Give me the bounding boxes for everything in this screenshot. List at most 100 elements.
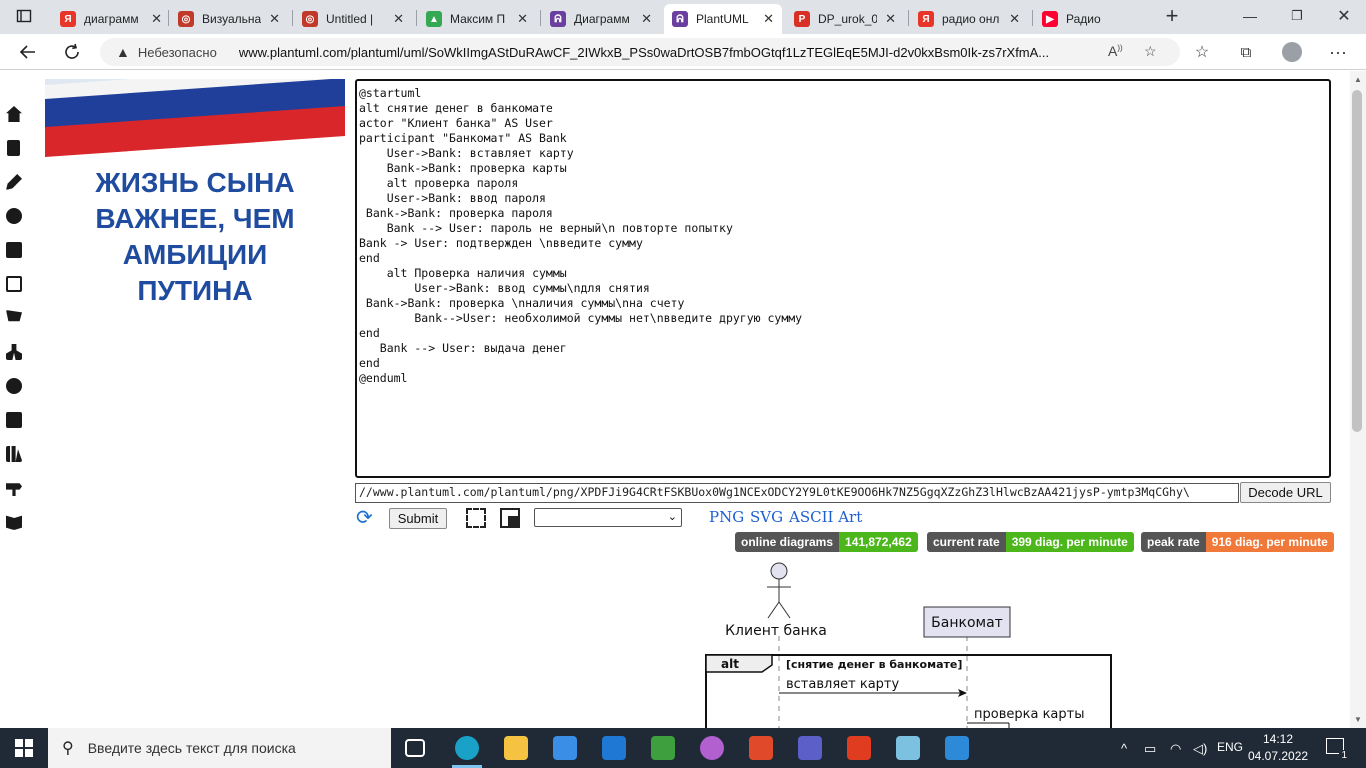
diagram-type-select[interactable]: ⌄ [534,508,682,527]
png-link[interactable]: PNG [709,508,744,526]
close-tab-icon[interactable]: ✕ [269,11,280,27]
editor-line[interactable]: Bank->Bank: проверка \nналичия суммы\nна… [359,296,1329,311]
editor-line[interactable]: Bank -> User: подтвержден \nввeдите сумм… [359,236,1329,251]
editor-line[interactable]: User->Bank: ввод пароля [359,191,1329,206]
show-hidden-icons[interactable]: ^ [1121,741,1127,756]
edge-icon[interactable] [455,736,479,760]
favorites-icon[interactable]: ☆ [1188,38,1216,66]
taskbar-search-box[interactable]: ⚲ Введите здесь текст для поиска [48,728,391,768]
url-text[interactable]: www.plantuml.com/plantuml/uml/SoWkIImgAS… [239,45,1079,60]
browser-tab[interactable]: Ярадио онл ✕ [910,4,1028,34]
security-label[interactable]: Небезопасно [138,45,217,60]
browser-tab[interactable]: ᕱ PlantUML ✕ [664,4,782,34]
editor-line[interactable]: actor "Клиент банка" AS User [359,116,1329,131]
close-tab-icon[interactable]: ✕ [1009,11,1020,27]
office-icon[interactable] [847,736,871,760]
paint-icon[interactable] [700,736,724,760]
submit-button[interactable]: Submit [389,508,447,529]
signpost-icon[interactable] [6,483,22,496]
editor-line[interactable]: alt проверка пароля [359,176,1329,191]
editor-line[interactable]: @startuml [359,86,1329,101]
scrollbar-thumb[interactable] [1352,90,1362,432]
notes-icon[interactable] [896,736,920,760]
task-view-icon[interactable] [405,739,425,757]
editor-line[interactable]: User->Bank: вставляет карту [359,146,1329,161]
file-explorer-icon[interactable] [504,736,528,760]
editor-line[interactable]: Bank --> User: выдача денег [359,341,1329,356]
close-tab-icon[interactable]: ✕ [393,11,404,27]
hierarchy-icon[interactable] [6,344,22,360]
close-tab-icon[interactable]: ✕ [885,11,896,27]
book-icon[interactable] [6,515,22,530]
svg-link[interactable]: SVG [750,508,783,526]
fullscreen-icon[interactable] [466,508,486,528]
collections-icon[interactable]: ⧉ [1232,38,1260,66]
editor-line[interactable]: Bank --> User: пароль не верный\n повтор… [359,221,1329,236]
add-favorite-icon[interactable]: ☆ [1144,43,1157,60]
back-button[interactable] [14,38,42,66]
chart-app-icon[interactable] [651,736,675,760]
scroll-down-icon[interactable]: ▼ [1354,715,1362,724]
photos-icon[interactable] [945,736,969,760]
warning-icon[interactable]: ▲ [116,44,130,60]
volume-icon[interactable]: ◁) [1193,741,1207,757]
sequence-diagram[interactable]: Клиент банка Банкомат alt [снятие денег … [696,556,1120,728]
editor-line[interactable]: Bank->Bank: проверка пароля [359,206,1329,221]
plantuml-source-editor[interactable]: @startuml alt снятие денег в банкомате act… [355,79,1331,478]
advertisement-banner[interactable]: ЖИЗНЬ СЫНА ВАЖНЕЕ, ЧЕМ АМБИЦИИ ПУТИНА [45,79,345,316]
close-tab-icon[interactable]: ✕ [517,11,528,27]
close-window-button[interactable]: ✕ [1330,2,1358,30]
ascii-art-link[interactable]: ASCII Art [789,508,862,526]
browser-tab[interactable]: ◎ Визуальна ✕ [170,4,288,34]
tab-actions-icon[interactable] [10,2,38,30]
teams-icon[interactable] [798,736,822,760]
language-indicator[interactable]: ENG [1217,740,1243,754]
browser-tab[interactable]: P DP_urok_0 ✕ [786,4,904,34]
read-aloud-icon[interactable]: A)) [1108,43,1123,59]
chat-icon[interactable] [6,276,22,292]
settings-menu-icon[interactable]: ··· [1324,38,1352,66]
editor-line[interactable]: end [359,326,1329,341]
encoded-url-field[interactable]: //www.plantuml.com/plantuml/png/XPDFJi9G… [355,483,1239,503]
start-button[interactable] [0,728,48,768]
refresh-button[interactable] [58,38,86,66]
browser-tab[interactable]: Ядиаграмм ✕ [52,4,170,34]
editor-line[interactable]: User->Bank: ввод суммы\nдля снятия [359,281,1329,296]
document-icon[interactable] [7,140,20,156]
notification-center-icon[interactable]: 1 [1326,738,1349,761]
editor-line[interactable]: alt Проверка наличия суммы [359,266,1329,281]
reader-icon[interactable] [749,736,773,760]
browser-tab[interactable]: ▶ Радио [1034,4,1144,34]
copy-icon[interactable] [500,508,520,528]
browser-tab[interactable]: ▲ Максим П ✕ [418,4,536,34]
profile-avatar[interactable] [1278,38,1306,66]
editor-line[interactable]: end [359,356,1329,371]
decode-url-button[interactable]: Decode URL [1240,482,1331,503]
battery-icon[interactable]: ▭ [1144,741,1156,757]
editor-line[interactable]: end [359,251,1329,266]
cart-icon[interactable] [6,310,22,322]
mail-icon[interactable] [602,736,626,760]
editor-line[interactable]: participant "Банкомат" AS Bank [359,131,1329,146]
clock[interactable]: 14:12 04.07.2022 [1248,731,1308,765]
address-bar[interactable]: ▲ Небезопасно www.plantuml.com/plantuml/… [100,38,1180,66]
chip-icon[interactable] [6,412,22,428]
editor-line[interactable]: Bank->Bank: проверка карты [359,161,1329,176]
new-tab-button[interactable]: + [1158,2,1186,30]
store-icon[interactable] [553,736,577,760]
close-tab-icon[interactable]: ✕ [763,11,774,27]
cloud-icon[interactable] [6,208,22,224]
library-icon[interactable] [6,446,22,462]
wifi-icon[interactable]: ◠ [1170,741,1181,757]
palette-icon[interactable] [6,378,22,394]
close-tab-icon[interactable]: ✕ [151,11,162,27]
close-tab-icon[interactable]: ✕ [641,11,652,27]
restore-button[interactable]: ❐ [1283,2,1311,30]
browser-tab[interactable]: ◎ Untitled | ✕ [294,4,412,34]
refresh-diagram-icon[interactable]: ⟳ [356,508,376,528]
minimize-button[interactable]: — [1236,2,1264,30]
brush-icon[interactable] [6,174,22,190]
youtube-icon[interactable] [6,242,22,258]
editor-line[interactable]: alt снятие денег в банкомате [359,101,1329,116]
editor-line[interactable]: @enduml [359,371,1329,386]
